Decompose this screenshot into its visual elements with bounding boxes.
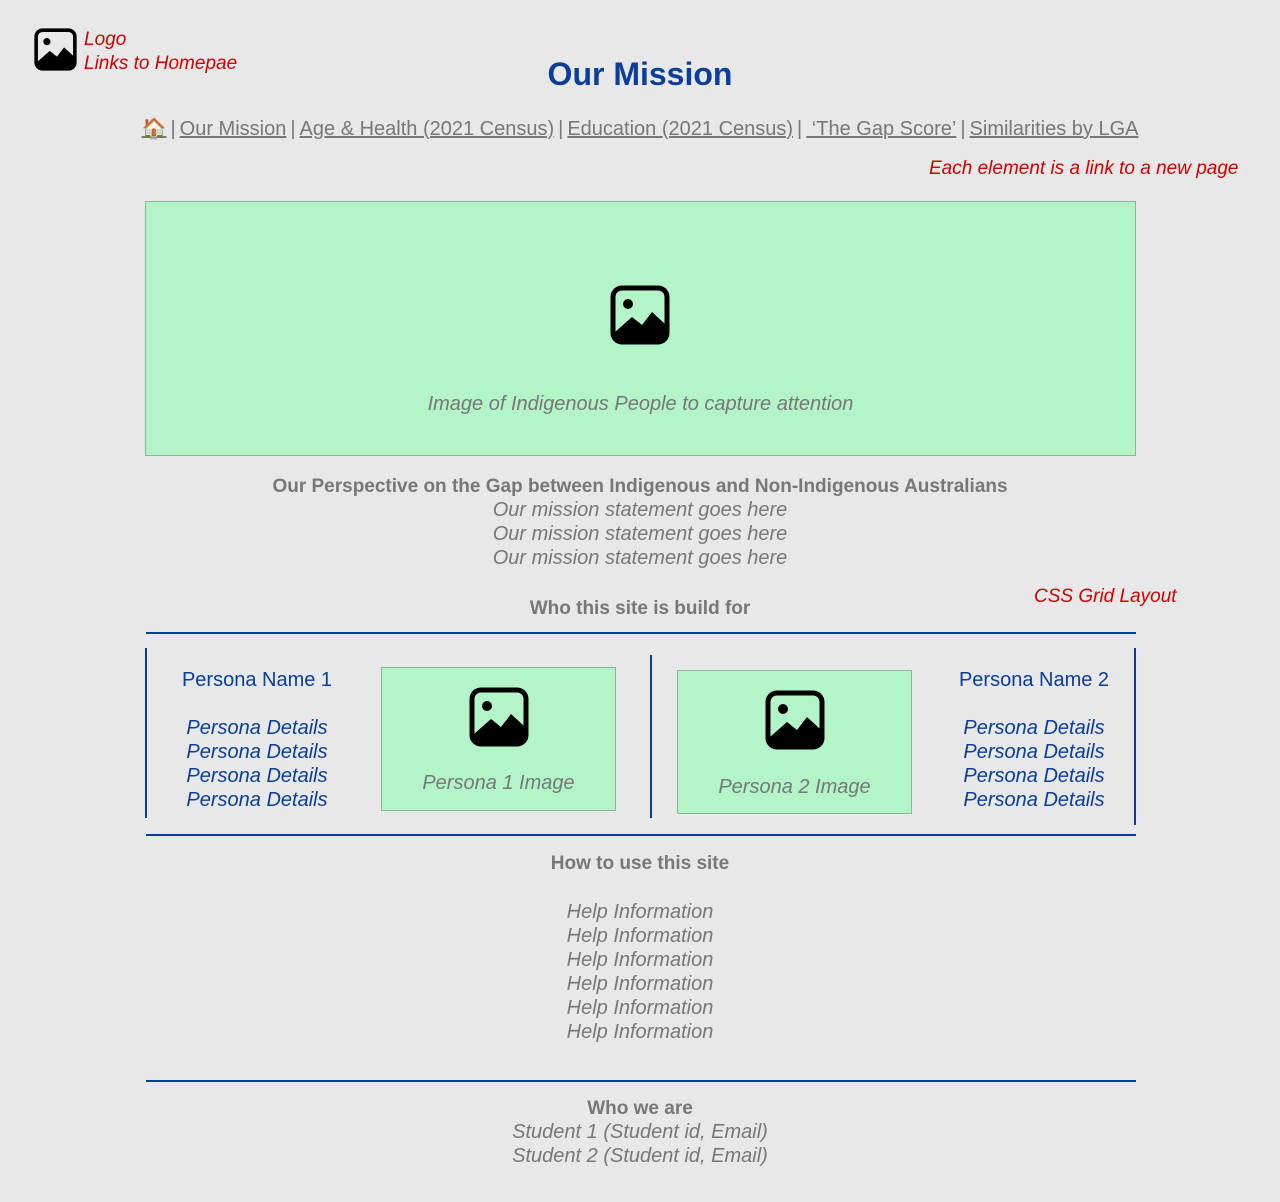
persona-detail-line: Persona Details <box>186 717 328 739</box>
top-nav: 🏠 | Our Mission | Age & Health (2021 Census)… <box>0 116 1280 141</box>
image-icon <box>765 690 825 750</box>
nav-separator: | <box>960 118 966 140</box>
hero-caption: Image of Indigenous People to capture at… <box>427 393 854 415</box>
persona-detail-line: Persona Details <box>963 765 1105 787</box>
student-line: Student 1 (Student id, Email) <box>512 1121 768 1143</box>
persona-2-image-caption: Persona 2 Image <box>718 776 871 798</box>
nav-separator: | <box>170 118 176 140</box>
perspective-section: Our Perspective on the Gap between Indig… <box>0 476 1280 570</box>
divider <box>146 632 1136 634</box>
nav-separator: | <box>797 118 803 140</box>
divider <box>146 834 1136 836</box>
help-line: Help Information <box>566 949 714 971</box>
persona-2-image-placeholder: Persona 2 Image <box>677 670 912 814</box>
nav-link-education[interactable]: Education (2021 Census) <box>567 118 793 140</box>
help-line: Help Information <box>566 973 714 995</box>
mission-statement-line: Our mission statement goes here <box>492 499 788 521</box>
divider-vertical <box>650 655 652 818</box>
mission-statement-line: Our mission statement goes here <box>492 523 788 545</box>
logo-annotation-line1: Logo <box>84 29 127 50</box>
persona-detail-line: Persona Details <box>963 741 1105 763</box>
persona-detail-line: Persona Details <box>963 789 1105 811</box>
student-line: Student 2 (Student id, Email) <box>512 1145 768 1167</box>
persona-2-details: Persona Details Persona Details Persona … <box>924 716 1144 812</box>
nav-link-similarities-lga[interactable]: Similarities by LGA <box>970 118 1139 140</box>
nav-separator: | <box>558 118 564 140</box>
divider <box>146 1080 1136 1082</box>
persona-detail-line: Persona Details <box>186 765 328 787</box>
persona-detail-line: Persona Details <box>186 789 328 811</box>
help-heading: How to use this site <box>550 853 730 874</box>
help-line: Help Information <box>566 997 714 1019</box>
help-line: Help Information <box>566 901 714 923</box>
persona-1-name: Persona Name 1 <box>181 669 333 691</box>
image-icon <box>610 285 670 345</box>
grid-annotation: CSS Grid Layout <box>1034 586 1177 607</box>
home-icon: 🏠 <box>141 118 167 140</box>
about-section: Who we are Student 1 (Student id, Email)… <box>0 1098 1280 1168</box>
persona-1-image-caption: Persona 1 Image <box>422 772 575 794</box>
persona-detail-line: Persona Details <box>186 741 328 763</box>
help-line: Help Information <box>566 925 714 947</box>
page-title: Our Mission <box>547 56 733 92</box>
help-line: Help Information <box>566 1021 714 1043</box>
about-heading: Who we are <box>587 1098 693 1119</box>
nav-home-link[interactable]: 🏠 <box>142 118 167 140</box>
nav-link-our-mission[interactable]: Our Mission <box>180 118 287 140</box>
hero-image-placeholder: Image of Indigenous People to capture at… <box>145 201 1136 456</box>
persona-detail-line: Persona Details <box>963 717 1105 739</box>
nav-separator: | <box>290 118 296 140</box>
nav-link-gap-score[interactable]: ‘The Gap Score’ <box>806 118 957 140</box>
perspective-heading: Our Perspective on the Gap between Indig… <box>272 476 1008 497</box>
nav-link-age-health[interactable]: Age & Health (2021 Census) <box>300 118 555 140</box>
persona-1-details: Persona Details Persona Details Persona … <box>147 716 367 812</box>
mission-statement-line: Our mission statement goes here <box>492 547 788 569</box>
persona-2-name: Persona Name 2 <box>958 669 1110 691</box>
image-icon <box>469 687 529 747</box>
persona-1-image-placeholder: Persona 1 Image <box>381 667 616 811</box>
help-section: Help Information Help Information Help I… <box>0 900 1280 1044</box>
nav-annotation: Each element is a link to a new page <box>929 158 1239 179</box>
